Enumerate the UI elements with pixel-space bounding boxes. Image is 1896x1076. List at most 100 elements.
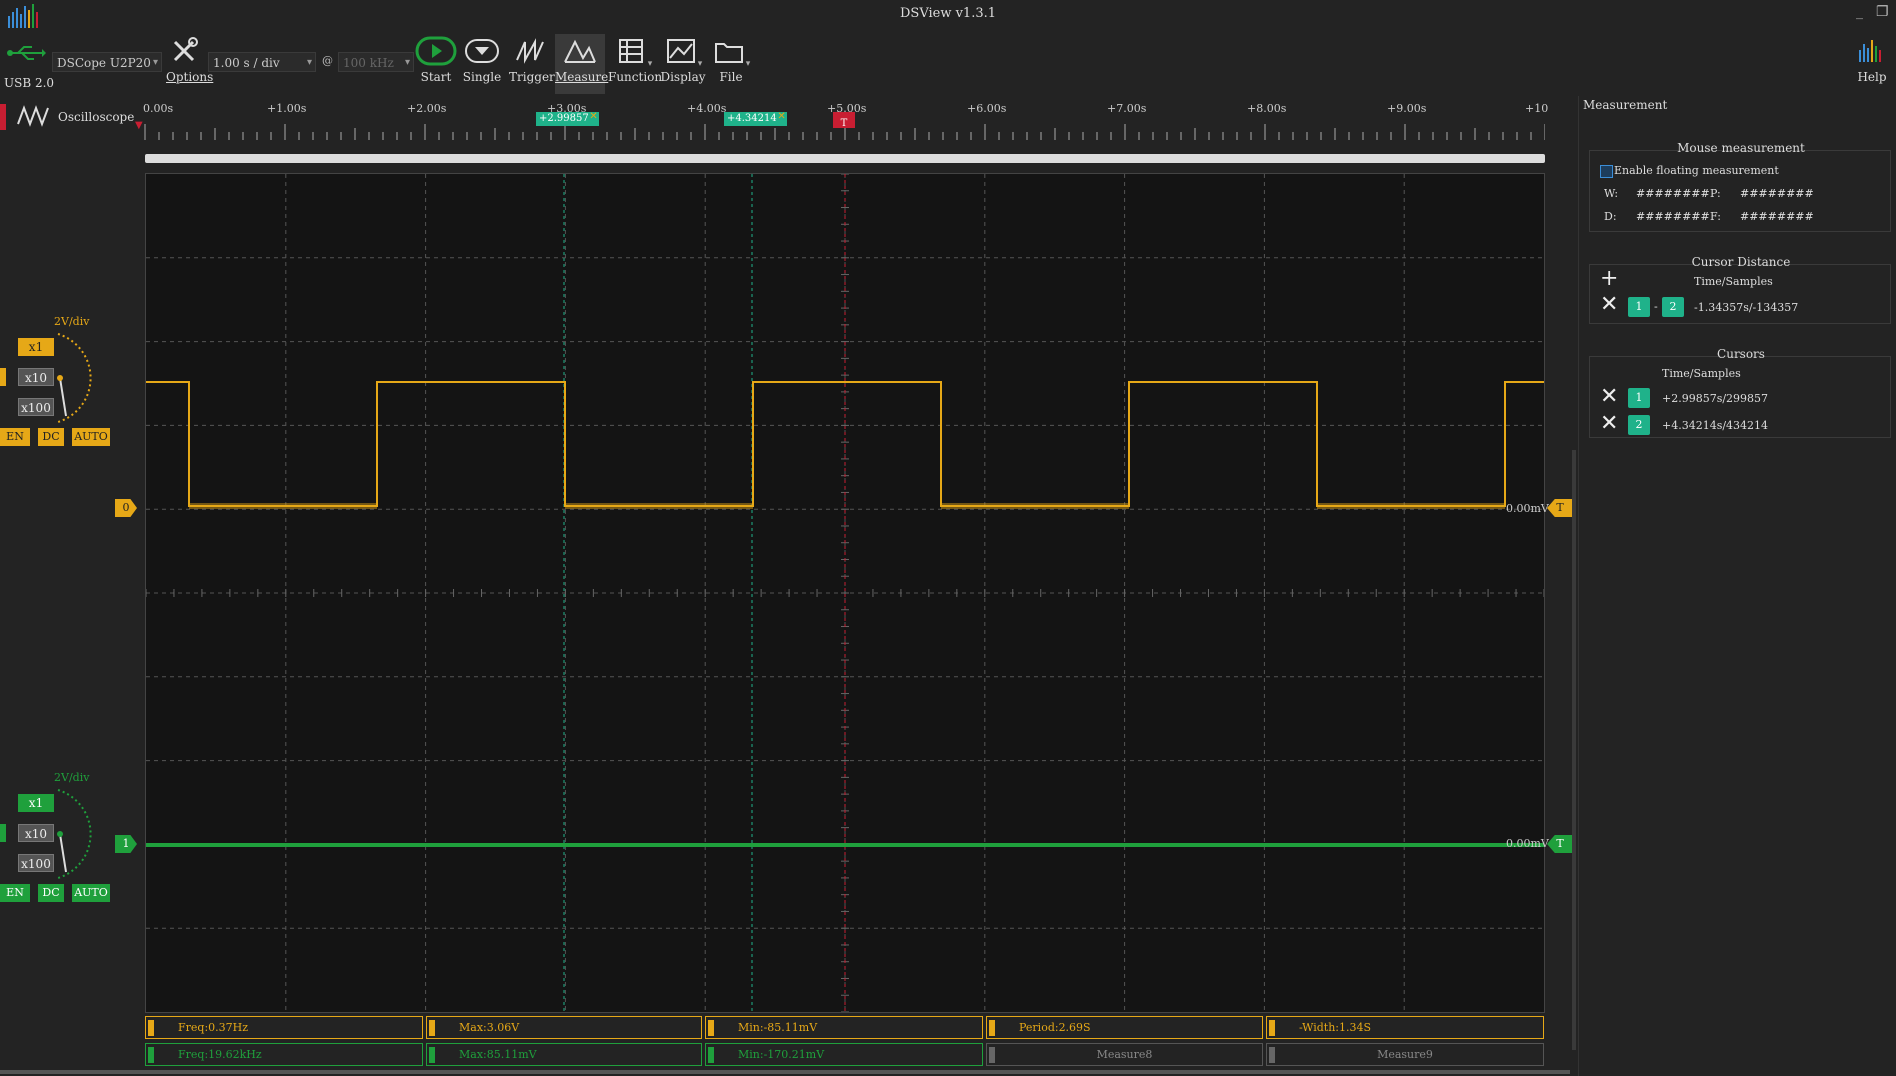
measure-6-value: Freq:19.62kHz (178, 1048, 262, 1061)
cursors-title: Cursors (1717, 347, 1765, 361)
panel-title: Measurement (1583, 98, 1668, 112)
measure-slot-6[interactable]: Freq:19.62kHz (145, 1043, 423, 1066)
cursor-distance-group: Cursor Distance + Time/Samples ✕ 1 - 2 -… (1589, 255, 1891, 324)
ch0-auto-button[interactable]: AUTO (72, 428, 110, 446)
ch0-vdiv-knob[interactable] (48, 330, 112, 430)
measure-slot-2[interactable]: Max:3.06V (426, 1016, 702, 1039)
cursor-distance-b-badge[interactable]: 2 (1662, 297, 1684, 317)
measure-slot-7[interactable]: Max:85.11mV (426, 1043, 702, 1066)
measure-slot-10[interactable]: Measure9 (1266, 1043, 1544, 1066)
waveform-view[interactable]: 0.00mV 0.00mV (145, 173, 1549, 1013)
ruler-tick-8: +8.00s (1247, 102, 1287, 115)
display-button[interactable]: ▾ Display (660, 36, 706, 84)
function-button[interactable]: ▾ Function (608, 36, 662, 84)
ch0-x1-button[interactable]: x1 (18, 338, 54, 356)
mouse-measurement-title: Mouse measurement (1677, 141, 1805, 155)
samplerate-select[interactable]: 100 kHz ▾ (338, 52, 414, 72)
close-icon[interactable]: ✕ (1600, 413, 1618, 435)
enable-floating-checkbox[interactable] (1600, 165, 1613, 178)
ch1-offset-handle[interactable]: 1 (115, 835, 137, 853)
ch0-trigger-level-handle[interactable]: T (1547, 499, 1573, 517)
time-ruler[interactable]: 0.00s +1.00s +2.00s +3.00s +4.00s +5.00s… (135, 98, 1549, 144)
mode-label[interactable]: Oscilloscope (58, 110, 134, 124)
ch1-tab[interactable] (0, 824, 6, 842)
trigger-label: Trigger (509, 70, 555, 84)
close-icon[interactable]: ✕ (589, 110, 597, 124)
ch0-x10-button[interactable]: x10 (18, 368, 54, 386)
trigger-position-marker[interactable]: T (833, 112, 855, 129)
bottom-scrollbar[interactable] (0, 1070, 1570, 1074)
horizontal-scrollbar[interactable] (145, 154, 1545, 163)
ch0-noise-band (941, 503, 1129, 509)
help-label: Help (1857, 70, 1887, 84)
usb-label: USB 2.0 (4, 76, 55, 90)
ch1-x100-button[interactable]: x100 (18, 854, 54, 872)
help-button[interactable]: Help (1852, 36, 1892, 84)
add-icon[interactable]: + (1600, 268, 1618, 290)
function-icon: ▾ (608, 36, 658, 70)
ch1-x1-button[interactable]: x1 (18, 794, 54, 812)
close-icon[interactable]: ✕ (1600, 386, 1618, 408)
device-select[interactable]: DSCope U2P20 ▾ (52, 52, 162, 72)
cursor-distance-title: Cursor Distance (1691, 255, 1791, 269)
measure-label: Measure (555, 70, 609, 84)
ch1-coupling-button[interactable]: DC (38, 884, 64, 902)
single-label: Single (462, 70, 502, 84)
ch0-tab[interactable] (0, 368, 6, 386)
display-label: Display (660, 70, 706, 84)
measure-slot-1[interactable]: Freq:0.37Hz (145, 1016, 423, 1039)
cursor-2-flag[interactable]: +4.34214 ✕ (724, 110, 787, 126)
chevron-down-icon: ▾ (306, 57, 312, 68)
measure-slot-5[interactable]: -Width:1.34S (1266, 1016, 1544, 1039)
minimize-button[interactable]: _ (1856, 4, 1863, 20)
measure-7-value: Max:85.11mV (459, 1048, 537, 1061)
cursors-group: Cursors Time/Samples ✕ 1 +2.99857s/29985… (1589, 347, 1891, 438)
cursor-1-flag[interactable]: +2.99857 ✕ (536, 110, 599, 126)
file-button[interactable]: ▾ File (710, 36, 752, 84)
measure-slot-8[interactable]: Min:-170.21mV (705, 1043, 983, 1066)
at-label: @ (322, 54, 333, 67)
d-value: ######## (1636, 210, 1710, 223)
ch0-offset-handle[interactable]: 0 (115, 499, 137, 517)
window-title: DSView v1.3.1 (899, 6, 997, 21)
trigger-icon (509, 36, 551, 70)
close-icon[interactable]: ✕ (777, 110, 785, 124)
measure-2-value: Max:3.06V (459, 1021, 520, 1034)
p-value: ######## (1740, 187, 1814, 200)
start-button[interactable]: Start (414, 36, 458, 84)
restore-button[interactable]: ❐ (1876, 4, 1889, 20)
ch1-auto-button[interactable]: AUTO (72, 884, 110, 902)
measure-slot-4[interactable]: Period:2.69S (986, 1016, 1263, 1039)
measure-1-value: Freq:0.37Hz (178, 1021, 249, 1034)
measure-9-value: Measure8 (1096, 1048, 1153, 1061)
ruler-tick-10: +10 (1525, 102, 1549, 115)
cursor-distance-a-badge[interactable]: 1 (1628, 297, 1650, 317)
panel-splitter[interactable] (1572, 450, 1576, 1050)
cursor-2-badge[interactable]: 2 (1628, 415, 1650, 435)
ch1-vdiv-knob[interactable] (48, 786, 112, 886)
ch1-enable-button[interactable]: EN (0, 884, 30, 902)
measure-slot-3[interactable]: Min:-85.11mV (705, 1016, 983, 1039)
ch0-coupling-button[interactable]: DC (38, 428, 64, 446)
wrench-icon (166, 36, 202, 70)
cursor-1-badge[interactable]: 1 (1628, 388, 1650, 408)
ch1-trigger-level-handle[interactable]: T (1547, 835, 1573, 853)
mouse-measurement-group: Mouse measurement Enable floating measur… (1589, 141, 1891, 232)
f-value: ######## (1740, 210, 1814, 223)
options-button[interactable]: Options (166, 36, 213, 84)
ch1-x10-button[interactable]: x10 (18, 824, 54, 842)
waveform-canvas (145, 173, 1545, 1013)
timebase-select[interactable]: 1.00 s / div ▾ (208, 52, 316, 72)
f-label: F: (1710, 210, 1721, 223)
ch0-enable-button[interactable]: EN (0, 428, 30, 446)
oscilloscope-icon (16, 104, 52, 132)
cursor-2-flag-label: +4.34214 (727, 113, 777, 124)
measure-button[interactable]: Measure (555, 34, 609, 94)
measure-3-value: Min:-85.11mV (738, 1021, 818, 1034)
ch0-x100-button[interactable]: x100 (18, 398, 54, 416)
ch0-noise-band (189, 503, 377, 509)
single-button[interactable]: Single (462, 36, 502, 84)
measure-slot-9[interactable]: Measure8 (986, 1043, 1263, 1066)
trigger-button[interactable]: Trigger (509, 36, 555, 84)
close-icon[interactable]: ✕ (1600, 294, 1618, 316)
